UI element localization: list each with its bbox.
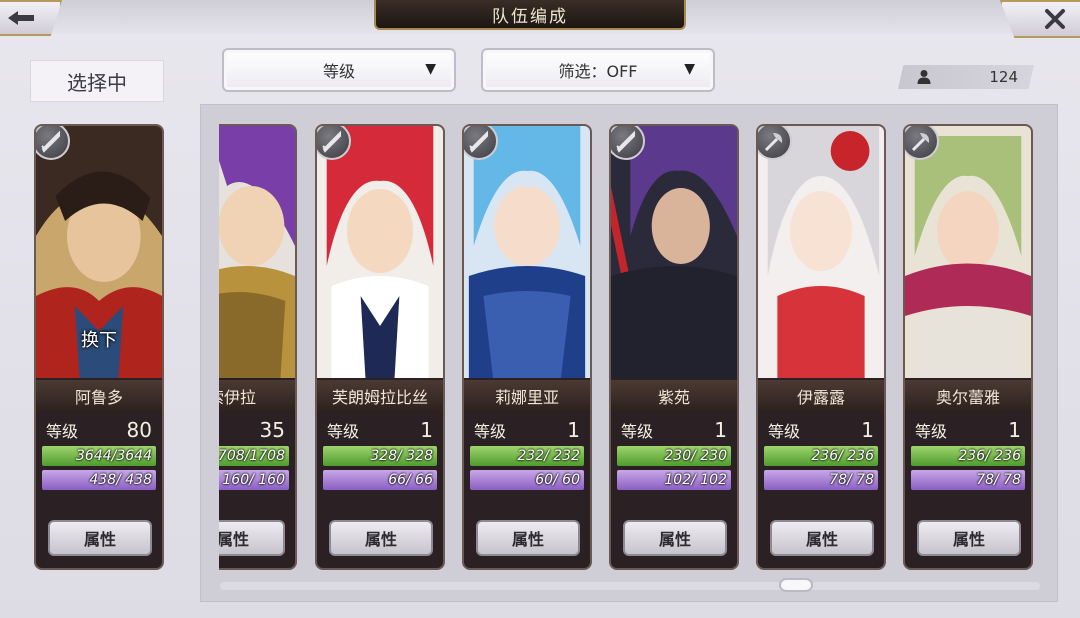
mp-bar: 66/ 66 <box>323 470 437 490</box>
hp-bar: 1708/1708 <box>219 446 289 466</box>
level-label: 等级 <box>621 422 654 441</box>
hp-bar: 230/ 230 <box>617 446 731 466</box>
selected-character-card[interactable]: 换下 阿鲁多 等级 80 3644/3644 438/ 438 属性 <box>34 124 164 570</box>
level-value: 1 <box>1008 418 1021 442</box>
level-label: 等级 <box>768 422 801 441</box>
hp-bar: 236/ 236 <box>911 446 1025 466</box>
sort-dropdown-value: 等级 <box>322 62 355 81</box>
mp-bar: 60/ 60 <box>470 470 584 490</box>
character-portrait <box>758 126 884 378</box>
character-name: 奥尔蕾雅 <box>905 380 1031 412</box>
level-label: 等级 <box>327 422 360 441</box>
level-value: 80 <box>126 418 152 442</box>
mp-bar: 78/ 78 <box>764 470 878 490</box>
mp-bar: 438/ 438 <box>42 470 156 490</box>
roster-count: 124 <box>898 65 1034 89</box>
chevron-down-icon: ▼ <box>425 61 436 77</box>
hp-bar: 236/ 236 <box>764 446 878 466</box>
person-icon <box>917 70 931 84</box>
horizontal-scrollbar[interactable] <box>220 582 1040 590</box>
character-name: 莉娜里亚 <box>464 380 590 412</box>
attributes-button[interactable]: 属性 <box>623 520 727 556</box>
level-label: 等级 <box>46 422 79 441</box>
attributes-button[interactable]: 属性 <box>770 520 874 556</box>
roster-count-value: 124 <box>989 68 1018 86</box>
chevron-down-icon: ▼ <box>684 61 695 77</box>
hp-bar: 3644/3644 <box>42 446 156 466</box>
page-title: 队伍编成 <box>374 0 686 30</box>
character-portrait <box>219 126 295 378</box>
swap-out-label: 换下 <box>81 330 117 351</box>
character-name: 紫苑 <box>611 380 737 412</box>
roster-card-list[interactable]: 索伊拉 等级 35 1708/1708 160/ 160 属性 芙朗姆拉比丝 <box>219 104 1059 574</box>
mp-bar: 102/ 102 <box>617 470 731 490</box>
hp-bar: 232/ 232 <box>470 446 584 466</box>
hp-bar: 328/ 328 <box>323 446 437 466</box>
character-name: 索伊拉 <box>219 380 295 412</box>
character-portrait <box>464 126 590 378</box>
filter-dropdown[interactable]: 筛选：OFF ▼ <box>481 48 715 92</box>
character-card[interactable]: 奥尔蕾雅 等级 1 236/ 236 78/ 78 属性 <box>903 124 1033 570</box>
character-name: 阿鲁多 <box>36 380 162 412</box>
character-portrait <box>317 126 443 378</box>
level-value: 1 <box>420 418 433 442</box>
mp-bar: 160/ 160 <box>219 470 289 490</box>
character-card[interactable]: 莉娜里亚 等级 1 232/ 232 60/ 60 属性 <box>462 124 592 570</box>
character-name: 芙朗姆拉比丝 <box>317 380 443 412</box>
selecting-label: 选择中 <box>30 60 164 102</box>
level-value: 1 <box>861 418 874 442</box>
sort-dropdown[interactable]: 等级 ▼ <box>222 48 456 92</box>
attributes-button[interactable]: 属性 <box>48 520 152 556</box>
attributes-button[interactable]: 属性 <box>917 520 1021 556</box>
mp-bar: 78/ 78 <box>911 470 1025 490</box>
level-label: 等级 <box>474 422 507 441</box>
back-arrow-icon <box>8 11 34 25</box>
scrollbar-thumb[interactable] <box>779 578 813 592</box>
character-name: 伊露露 <box>758 380 884 412</box>
level-value: 35 <box>259 418 285 442</box>
character-card[interactable]: 紫苑 等级 1 230/ 230 102/ 102 属性 <box>609 124 739 570</box>
level-value: 1 <box>714 418 727 442</box>
level-label: 等级 <box>915 422 948 441</box>
attributes-button[interactable]: 属性 <box>219 520 285 556</box>
attributes-button[interactable]: 属性 <box>329 520 433 556</box>
character-card[interactable]: 伊露露 等级 1 236/ 236 78/ 78 属性 <box>756 124 886 570</box>
attributes-button[interactable]: 属性 <box>476 520 580 556</box>
filter-dropdown-value: 筛选：OFF <box>558 62 638 81</box>
character-portrait <box>905 126 1031 378</box>
close-icon <box>1045 9 1065 29</box>
character-card[interactable]: 索伊拉 等级 35 1708/1708 160/ 160 属性 <box>219 124 297 570</box>
level-value: 1 <box>567 418 580 442</box>
character-card[interactable]: 芙朗姆拉比丝 等级 1 328/ 328 66/ 66 属性 <box>315 124 445 570</box>
character-portrait <box>611 126 737 378</box>
